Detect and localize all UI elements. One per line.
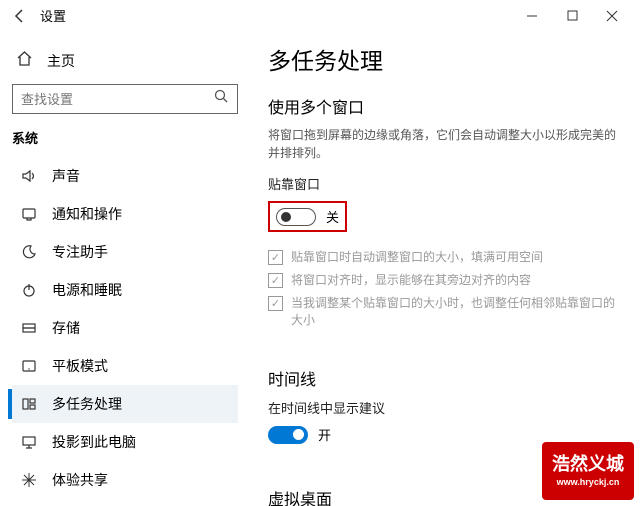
nav-label: 体验共享 bbox=[52, 470, 108, 490]
nav-label: 通知和操作 bbox=[52, 204, 122, 224]
content-panel: 多任务处理 使用多个窗口 将窗口拖到屏幕的边缘或角落，它们会自动调整大小以形成完… bbox=[250, 32, 640, 506]
sidebar: 主页 系统 声音 通知和操作 专注助手 电源和睡眠 存储 bbox=[0, 32, 250, 506]
search-input[interactable] bbox=[21, 92, 214, 107]
nav-label: 平板模式 bbox=[52, 356, 108, 376]
checkbox-row-1[interactable]: 贴靠窗口时自动调整窗口的大小，填满可用空间 bbox=[268, 248, 616, 265]
sidebar-item-focus[interactable]: 专注助手 bbox=[12, 233, 238, 271]
search-icon bbox=[214, 89, 229, 109]
home-icon bbox=[16, 50, 33, 72]
timeline-heading: 时间线 bbox=[268, 366, 616, 390]
share-icon bbox=[20, 471, 38, 489]
highlight-box: 关 bbox=[268, 201, 347, 232]
storage-icon bbox=[20, 319, 38, 337]
minimize-button[interactable] bbox=[512, 2, 552, 30]
watermark: 浩然义城 www.hryckj.cn bbox=[542, 442, 634, 500]
checkbox-icon bbox=[268, 273, 283, 288]
checkbox-row-2[interactable]: 将窗口对齐时，显示能够在其旁边对齐的内容 bbox=[268, 271, 616, 288]
nav-label: 存储 bbox=[52, 318, 80, 338]
close-button[interactable] bbox=[592, 2, 632, 30]
speaker-icon bbox=[20, 167, 38, 185]
cb-label: 当我调整某个贴靠窗口的大小时，也调整任何相邻贴靠窗口的大小 bbox=[291, 294, 616, 328]
sidebar-item-power[interactable]: 电源和睡眠 bbox=[12, 271, 238, 309]
search-box[interactable] bbox=[12, 84, 238, 114]
page-title: 多任务处理 bbox=[268, 42, 616, 76]
window-title: 设置 bbox=[40, 6, 66, 25]
tablet-icon bbox=[20, 357, 38, 375]
nav-label: 声音 bbox=[52, 166, 80, 186]
checkbox-icon bbox=[268, 250, 283, 265]
nav-label: 电源和睡眠 bbox=[52, 280, 122, 300]
moon-icon bbox=[20, 243, 38, 261]
sidebar-item-storage[interactable]: 存储 bbox=[12, 309, 238, 347]
notification-icon bbox=[20, 205, 38, 223]
category-label: 系统 bbox=[12, 128, 238, 147]
sidebar-item-tablet[interactable]: 平板模式 bbox=[12, 347, 238, 385]
sidebar-item-project[interactable]: 投影到此电脑 bbox=[12, 423, 238, 461]
timeline-toggle-state: 开 bbox=[318, 425, 331, 444]
snap-toggle-state: 关 bbox=[326, 207, 339, 226]
titlebar: 设置 bbox=[0, 0, 640, 32]
nav-label: 多任务处理 bbox=[52, 394, 122, 414]
timeline-sub: 在时间线中显示建议 bbox=[268, 398, 616, 417]
nav-label: 投影到此电脑 bbox=[52, 432, 136, 452]
maximize-button[interactable] bbox=[552, 2, 592, 30]
timeline-toggle[interactable] bbox=[268, 426, 308, 444]
project-icon bbox=[20, 433, 38, 451]
nav-label: 专注助手 bbox=[52, 242, 108, 262]
home-link[interactable]: 主页 bbox=[12, 44, 238, 84]
sidebar-item-share[interactable]: 体验共享 bbox=[12, 461, 238, 499]
back-button[interactable] bbox=[8, 4, 32, 28]
windows-desc: 将窗口拖到屏幕的边缘或角落，它们会自动调整大小以形成完美的并排排列。 bbox=[268, 126, 616, 162]
multitask-icon bbox=[20, 395, 38, 413]
sidebar-item-notifications[interactable]: 通知和操作 bbox=[12, 195, 238, 233]
snap-toggle[interactable] bbox=[276, 208, 316, 226]
watermark-url: www.hryckj.cn bbox=[557, 477, 620, 487]
sidebar-item-multitask[interactable]: 多任务处理 bbox=[12, 385, 238, 423]
power-icon bbox=[20, 281, 38, 299]
sidebar-item-sound[interactable]: 声音 bbox=[12, 157, 238, 195]
checkbox-row-3[interactable]: 当我调整某个贴靠窗口的大小时，也调整任何相邻贴靠窗口的大小 bbox=[268, 294, 616, 328]
cb-label: 将窗口对齐时，显示能够在其旁边对齐的内容 bbox=[291, 271, 531, 288]
cb-label: 贴靠窗口时自动调整窗口的大小，填满可用空间 bbox=[291, 248, 543, 265]
windows-heading: 使用多个窗口 bbox=[268, 94, 616, 118]
home-label: 主页 bbox=[47, 51, 75, 71]
watermark-text: 浩然义城 bbox=[552, 455, 624, 475]
snap-label: 贴靠窗口 bbox=[268, 174, 616, 193]
checkbox-icon bbox=[268, 296, 283, 311]
